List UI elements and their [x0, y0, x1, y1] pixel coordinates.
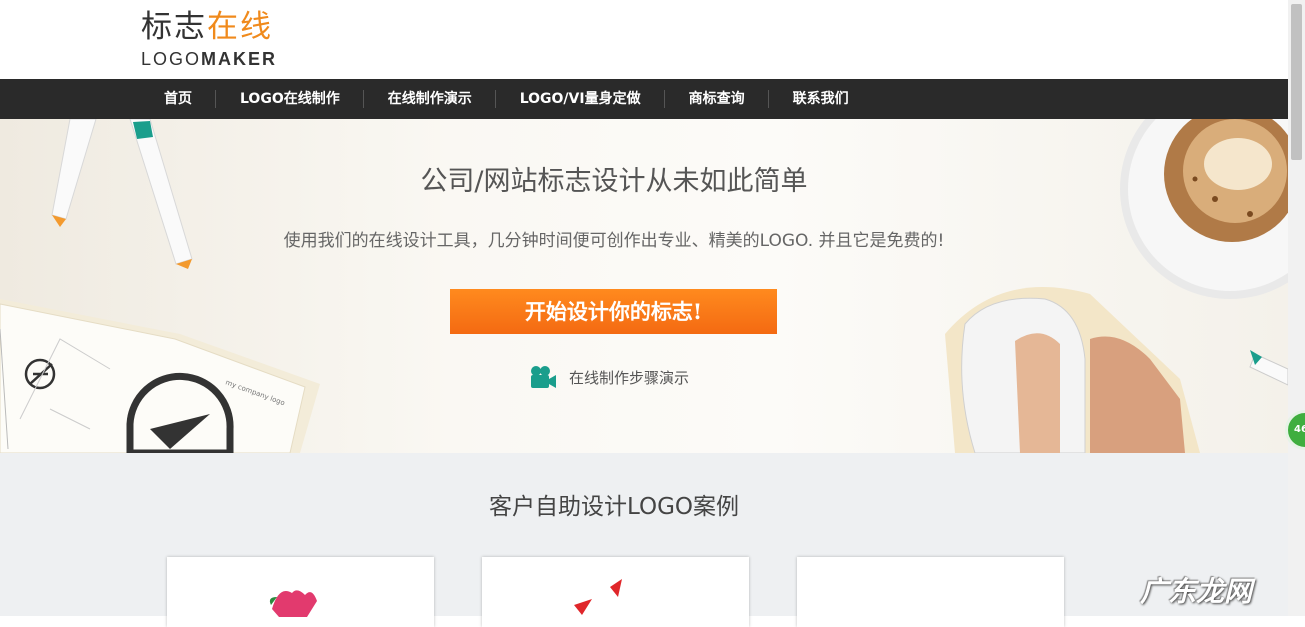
nav-item-home[interactable]: 首页	[140, 79, 216, 119]
nav-item-custom-vi[interactable]: LOGO/VI量身定做	[496, 79, 665, 119]
hero-subtitle: 使用我们的在线设计工具，几分钟时间便可创作出专业、精美的LOGO. 并且它是免费…	[283, 231, 945, 251]
logo-cn-accent: 在线	[207, 9, 273, 45]
cases-title: 客户自助设计LOGO案例	[488, 494, 740, 520]
case-logo-rose	[269, 590, 317, 617]
nav-item-demo[interactable]: 在线制作演示	[364, 79, 496, 119]
case-card[interactable]	[167, 557, 434, 627]
cases-section: 客户自助设计LOGO案例	[0, 453, 1288, 627]
logo-en-bold: MAKER	[201, 49, 278, 69]
case-logo-red	[574, 579, 622, 615]
demo-link[interactable]: 在线制作步骤演示	[529, 365, 689, 389]
logo-english-text: LOGOMAKER	[141, 49, 277, 70]
site-header: 标志在线 LOGOMAKER	[0, 0, 1288, 79]
logo-en-light: LOGO	[141, 49, 202, 69]
logo-cn-main: 标志	[141, 9, 207, 45]
site-logo[interactable]: 标志在线 LOGOMAKER	[141, 8, 277, 70]
video-camera-icon	[531, 366, 556, 388]
case-card[interactable]	[482, 557, 749, 627]
case-card[interactable]	[797, 557, 1064, 627]
mouse-and-hand	[945, 287, 1288, 453]
watermark-text: 广东龙网	[1140, 575, 1253, 608]
start-design-button[interactable]: 开始设计你的标志!	[450, 289, 777, 334]
sketch-notebook: my company logo	[0, 299, 320, 453]
nav-item-trademark[interactable]: 商标查询	[665, 79, 769, 119]
coffee-cup	[1120, 119, 1288, 299]
nav-item-contact[interactable]: 联系我们	[769, 79, 873, 119]
logo-chinese-text: 标志在线	[141, 8, 277, 46]
demo-link-label: 在线制作步骤演示	[569, 368, 690, 387]
hero-banner: my company logo 公司/网站标志设计从未如此简单 使用我们的在线设…	[0, 119, 1288, 453]
hero-title: 公司/网站标志设计从未如此简单	[420, 166, 808, 197]
scrollbar-thumb[interactable]	[1291, 4, 1302, 160]
page-scrollbar[interactable]	[1288, 0, 1305, 616]
nav-item-logo-online[interactable]: LOGO在线制作	[216, 79, 364, 119]
main-nav: 首页 LOGO在线制作 在线制作演示 LOGO/VI量身定做 商标查询 联系我们	[0, 79, 1288, 119]
